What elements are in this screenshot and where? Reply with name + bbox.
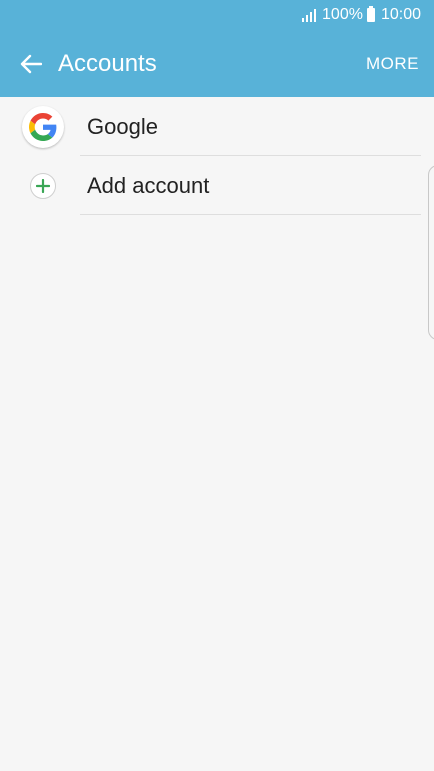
battery-icon (366, 6, 375, 22)
account-item-google[interactable]: Google (0, 97, 434, 156)
signal-icon (302, 8, 317, 22)
accounts-list: Google Add account (0, 97, 434, 215)
google-icon-wrap (21, 105, 65, 149)
more-button[interactable]: MORE (366, 54, 419, 74)
page-title: Accounts (58, 49, 157, 77)
plus-icon (30, 172, 56, 199)
app-bar: Accounts MORE (0, 30, 434, 97)
accounts-screen: 100% 10:00 Accounts MORE Google Add acco… (0, 0, 434, 771)
clock-time: 10:00 (380, 6, 421, 23)
plus-icon-wrap (21, 164, 65, 208)
edge-panel-handle[interactable] (428, 165, 434, 340)
add-account-label: Add account (87, 172, 210, 198)
account-item-label: Google (87, 113, 158, 139)
add-account-item[interactable]: Add account (0, 156, 434, 215)
battery-percent: 100% (322, 6, 363, 23)
status-bar: 100% 10:00 (0, 0, 434, 30)
back-button[interactable] (8, 41, 54, 87)
divider (80, 214, 421, 215)
google-logo-icon (22, 105, 64, 148)
back-arrow-icon (20, 54, 42, 73)
